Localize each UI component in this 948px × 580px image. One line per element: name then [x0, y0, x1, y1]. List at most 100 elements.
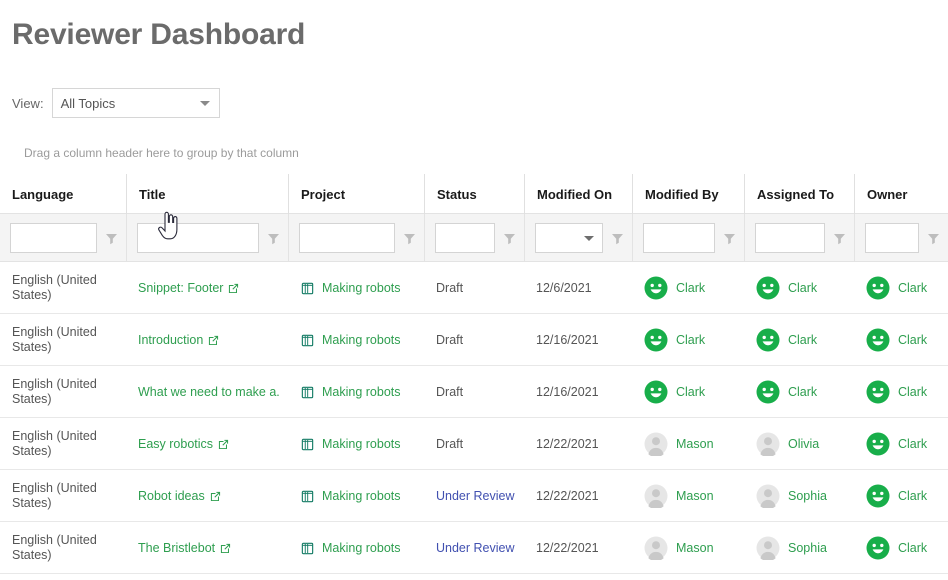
cell-owner: Clark: [854, 314, 948, 366]
user-chip[interactable]: Clark: [866, 380, 927, 404]
column-header-modified_by[interactable]: Modified By: [632, 174, 744, 214]
modified-on-date: 12/22/2021: [536, 489, 599, 503]
funnel-icon[interactable]: [100, 223, 122, 253]
project-link[interactable]: Making robots: [300, 437, 401, 452]
cell-owner: Clark: [854, 262, 948, 314]
topic-title-link[interactable]: The Bristlebot: [138, 541, 231, 555]
column-header-language[interactable]: Language: [0, 174, 126, 214]
filter-input-project[interactable]: [299, 223, 395, 253]
user-chip[interactable]: Sophia: [756, 484, 827, 508]
project-link[interactable]: Making robots: [300, 281, 401, 296]
cell-language: English (United States): [0, 418, 126, 470]
filter-input-modified_by[interactable]: [643, 223, 715, 253]
user-name: Clark: [788, 333, 818, 347]
user-name: Mason: [676, 437, 714, 451]
user-chip[interactable]: Olivia: [756, 432, 819, 456]
column-header-assigned_to[interactable]: Assigned To: [744, 174, 854, 214]
user-chip[interactable]: Clark: [756, 276, 817, 300]
status-badge[interactable]: Under Review: [436, 489, 515, 503]
status-badge: Draft: [436, 437, 464, 451]
avatar-smiley-green: [866, 536, 890, 560]
topic-title-text: Robot ideas: [138, 489, 205, 503]
table-row[interactable]: English (United States) The Bristlebot Mak…: [0, 522, 948, 574]
user-chip[interactable]: Clark: [866, 484, 927, 508]
cell-modified-by: Mason: [632, 418, 744, 470]
column-header-project[interactable]: Project: [288, 174, 424, 214]
column-header-status[interactable]: Status: [424, 174, 524, 214]
filter-input-modified_on[interactable]: [535, 223, 603, 253]
funnel-icon[interactable]: [718, 223, 740, 253]
avatar-person-gray: [644, 536, 668, 560]
avatar-smiley-green: [644, 276, 668, 300]
cell-title: Robot ideas: [126, 470, 288, 522]
filter-input-owner[interactable]: [865, 223, 919, 253]
topic-title-link[interactable]: Robot ideas: [138, 489, 221, 503]
user-name: Clark: [898, 489, 928, 503]
column-header-label: Project: [301, 186, 346, 202]
funnel-icon[interactable]: [828, 223, 850, 253]
chevron-down-icon: [199, 101, 210, 106]
book-stack-icon: [301, 282, 314, 294]
project-link[interactable]: Making robots: [300, 541, 401, 556]
user-chip[interactable]: Mason: [644, 484, 714, 508]
language-text: English (United States): [12, 325, 97, 354]
table-row[interactable]: English (United States) Robot ideas Making…: [0, 470, 948, 522]
user-chip[interactable]: Clark: [644, 276, 705, 300]
filter-input-assigned_to[interactable]: [755, 223, 825, 253]
funnel-icon[interactable]: [922, 223, 944, 253]
topic-title-link[interactable]: Introduction: [138, 333, 219, 347]
filter-input-title[interactable]: [137, 223, 259, 253]
avatar-smiley-green: [866, 328, 890, 352]
user-chip[interactable]: Clark: [866, 536, 927, 560]
filter-input-language[interactable]: [10, 223, 97, 253]
topic-title-link[interactable]: Snippet: Footer: [138, 281, 239, 295]
funnel-icon[interactable]: [262, 223, 284, 253]
user-chip[interactable]: Sophia: [756, 536, 827, 560]
topic-title-link[interactable]: Easy robotics: [138, 437, 229, 451]
book-stack-icon: [301, 438, 314, 450]
table-row[interactable]: English (United States) Easy robotics Maki…: [0, 418, 948, 470]
filter-input-status[interactable]: [435, 223, 495, 253]
column-header-owner[interactable]: Owner: [854, 174, 948, 214]
user-chip[interactable]: Clark: [866, 328, 927, 352]
group-by-dropzone-hint[interactable]: Drag a column header here to group by th…: [24, 146, 299, 160]
status-badge: Draft: [436, 385, 464, 399]
user-chip[interactable]: Mason: [644, 432, 714, 456]
view-dropdown[interactable]: All Topics: [51, 88, 220, 118]
user-name: Mason: [676, 541, 714, 555]
funnel-icon[interactable]: [498, 223, 520, 253]
user-chip[interactable]: Mason: [644, 536, 714, 560]
filter-cell-title: [126, 214, 288, 262]
view-dropdown-value: All Topics: [60, 95, 116, 111]
funnel-icon[interactable]: [606, 223, 628, 253]
column-header-title[interactable]: Title: [126, 174, 288, 214]
reviewer-dashboard-page: Reviewer Dashboard View: All Topics Drag…: [0, 0, 948, 580]
column-header-label: Owner: [867, 186, 908, 202]
topic-title-link[interactable]: What we need to make a...: [138, 385, 280, 399]
user-chip[interactable]: Clark: [756, 328, 817, 352]
project-link[interactable]: Making robots: [300, 489, 401, 504]
user-chip[interactable]: Clark: [866, 432, 927, 456]
table-row[interactable]: English (United States) Introduction Makin…: [0, 314, 948, 366]
cell-project: Making robots: [288, 314, 424, 366]
column-header-modified_on[interactable]: Modified On: [524, 174, 632, 214]
funnel-icon[interactable]: [398, 223, 420, 253]
user-chip[interactable]: Clark: [756, 380, 817, 404]
project-link[interactable]: Making robots: [300, 333, 401, 348]
project-name: Making robots: [322, 437, 401, 451]
cell-title: Easy robotics: [126, 418, 288, 470]
column-header-label: Language: [12, 186, 74, 202]
column-header-label: Modified On: [537, 186, 613, 202]
status-badge[interactable]: Under Review: [436, 541, 515, 555]
cell-owner: Clark: [854, 366, 948, 418]
table-row[interactable]: English (United States) Snippet: Footer Ma…: [0, 262, 948, 314]
grid-filter-row: [0, 214, 948, 262]
book-stack-icon: [301, 542, 314, 554]
user-chip[interactable]: Clark: [644, 380, 705, 404]
user-chip[interactable]: Clark: [866, 276, 927, 300]
cell-status: Under Review: [424, 470, 524, 522]
project-link[interactable]: Making robots: [300, 385, 401, 400]
avatar-smiley-green: [866, 276, 890, 300]
table-row[interactable]: English (United States) What we need to m…: [0, 366, 948, 418]
user-chip[interactable]: Clark: [644, 328, 705, 352]
